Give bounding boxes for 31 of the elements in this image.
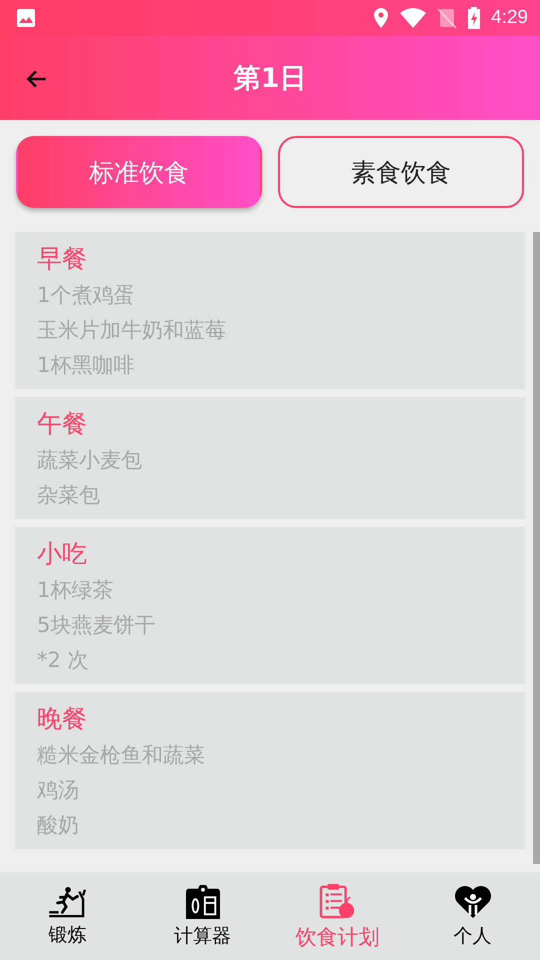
- meal-item: 1杯绿茶: [37, 577, 114, 604]
- meal-item: 蔬菜小麦包: [37, 447, 142, 474]
- clipboard-apple-icon: [318, 882, 356, 918]
- status-time: 4:29: [491, 7, 528, 29]
- meal-title: 早餐: [37, 243, 87, 275]
- treadmill-runner-icon: [48, 886, 86, 918]
- meal-title: 小吃: [37, 538, 87, 570]
- nav-item[interactable]: 锻炼: [0, 873, 135, 960]
- nav-item[interactable]: 个人: [405, 873, 540, 960]
- scale-calculator-icon: [184, 884, 220, 918]
- meal-title: 晚餐: [37, 703, 87, 735]
- meal-item: 杂菜包: [37, 482, 100, 509]
- page-title: 第1日: [234, 62, 306, 96]
- meal-item: 玉米片加牛奶和蓝莓: [37, 317, 226, 344]
- meal-item: 糙米金枪鱼和蔬菜: [37, 742, 205, 769]
- image-icon: [16, 8, 36, 28]
- location-icon: [373, 7, 390, 29]
- scrollbar[interactable]: [533, 232, 540, 864]
- nav-item[interactable]: 计算器: [135, 873, 270, 960]
- no-sim-icon: [437, 7, 458, 29]
- meal-item: 1个煮鸡蛋: [37, 282, 134, 309]
- diet-tab[interactable]: 素食饮食: [278, 136, 524, 208]
- meal-item: 鸡汤: [37, 777, 79, 804]
- battery-icon: [467, 6, 482, 30]
- heart-person-icon: [454, 884, 492, 918]
- meal-item: 5块燕麦饼干: [37, 612, 156, 639]
- wifi-icon: [399, 7, 428, 29]
- meal-item: 1杯黑咖啡: [37, 352, 134, 379]
- meal-title: 午餐: [37, 408, 87, 440]
- meal-item: 酸奶: [37, 812, 79, 839]
- meal-item: *2 次: [37, 647, 89, 674]
